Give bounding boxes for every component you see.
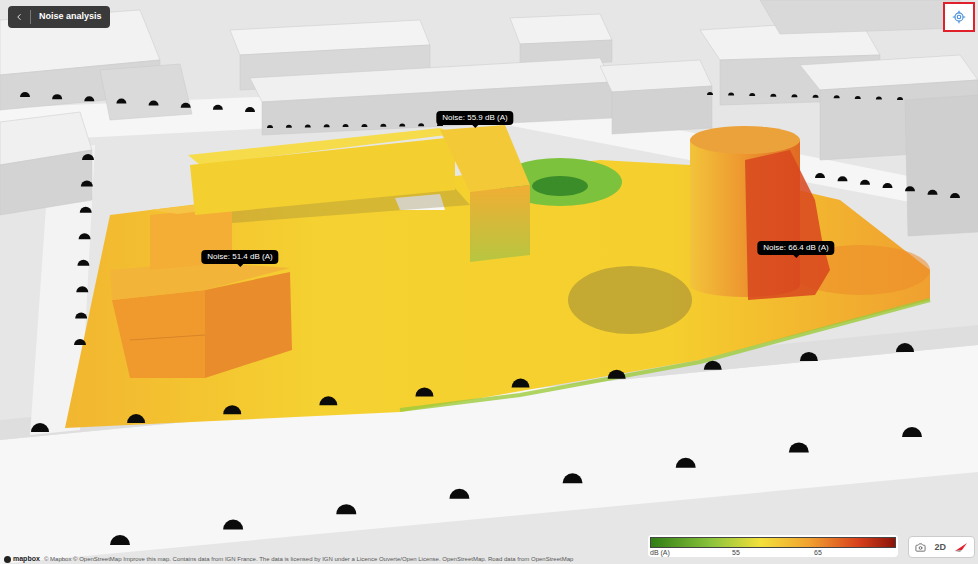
- tree: [791, 94, 797, 97]
- tree: [838, 176, 848, 181]
- tree: [449, 489, 469, 499]
- header-title: Noise analysis: [31, 10, 110, 24]
- tree: [245, 107, 255, 112]
- tree: [77, 260, 89, 266]
- tree: [223, 520, 243, 530]
- tree: [305, 125, 311, 128]
- compass-icon: [954, 541, 968, 553]
- tree: [815, 173, 825, 178]
- tree: [286, 125, 292, 128]
- tree: [800, 352, 818, 361]
- tree: [896, 343, 914, 352]
- tree: [855, 96, 861, 99]
- tree: [883, 183, 893, 188]
- building: [0, 150, 92, 215]
- tree: [76, 286, 88, 292]
- view-controls: 2D: [908, 536, 975, 558]
- tree: [82, 154, 94, 160]
- locate-icon: [952, 10, 966, 24]
- tree: [84, 96, 94, 101]
- building: [100, 64, 192, 120]
- header-bar: Noise analysis: [8, 6, 110, 28]
- tree: [213, 105, 223, 110]
- tree: [361, 124, 367, 127]
- noise-label: Noise: 55.9 dB (A): [436, 111, 513, 128]
- tree: [704, 361, 722, 370]
- tree: [267, 125, 273, 128]
- tree: [149, 101, 159, 106]
- tree: [336, 504, 356, 514]
- tree: [116, 98, 126, 103]
- legend-tick: 55: [732, 548, 814, 557]
- divider: [30, 10, 31, 24]
- building-left: [110, 204, 292, 378]
- tree: [31, 423, 49, 432]
- building: [510, 14, 612, 44]
- legend-unit: dB (A): [650, 548, 732, 557]
- tree: [324, 124, 330, 127]
- tree: [399, 123, 405, 126]
- tree: [728, 93, 734, 96]
- tree: [319, 396, 337, 405]
- back-button[interactable]: [8, 6, 30, 28]
- tree: [707, 92, 713, 95]
- tree: [20, 92, 30, 97]
- view-mode-button[interactable]: 2D: [934, 542, 946, 553]
- tree: [418, 123, 424, 126]
- tree: [813, 95, 819, 98]
- tree: [80, 207, 92, 213]
- tree: [75, 313, 87, 319]
- tree: [52, 94, 62, 99]
- tree: [223, 405, 241, 414]
- noise-label: Noise: 66.4 dB (A): [757, 241, 834, 258]
- building-tower: [690, 126, 830, 300]
- attribution: © Mapbox © OpenStreetMap Improve this ma…: [44, 555, 573, 563]
- locate-button[interactable]: [943, 2, 975, 32]
- tree: [110, 535, 130, 545]
- tree: [834, 95, 840, 98]
- building-middle: [188, 125, 530, 262]
- camera-icon: [915, 542, 926, 553]
- building: [262, 82, 612, 135]
- tree: [415, 387, 433, 396]
- tree: [770, 94, 776, 97]
- tree: [676, 458, 696, 468]
- tree: [608, 370, 626, 379]
- legend-bar: [650, 537, 896, 548]
- tree: [950, 193, 960, 198]
- building: [612, 86, 712, 134]
- logo: mapbox: [4, 555, 40, 563]
- tree: [380, 124, 386, 127]
- tree: [860, 180, 870, 185]
- tree: [897, 97, 903, 100]
- building: [760, 0, 960, 34]
- noise-legend: dB (A)5565: [648, 535, 898, 557]
- legend-tick: 65: [814, 548, 896, 557]
- tree: [902, 427, 922, 437]
- tree: [81, 180, 93, 186]
- building: [905, 95, 978, 236]
- noise-map-app: Noise analysis Noise: 55.9 dB (A) Noise: 5…: [0, 0, 978, 564]
- tree: [749, 93, 755, 96]
- logo-icon: [4, 556, 11, 563]
- tree: [74, 339, 86, 345]
- tree: [905, 186, 915, 191]
- tree: [512, 379, 530, 388]
- compass-button[interactable]: [954, 541, 968, 553]
- tree: [343, 124, 349, 127]
- tree: [181, 103, 191, 108]
- tree: [928, 190, 938, 195]
- tree: [563, 473, 583, 483]
- tree: [127, 414, 145, 423]
- chevron-left-icon: [14, 12, 24, 22]
- tree: [789, 442, 809, 452]
- map-scene[interactable]: [0, 0, 978, 564]
- noise-label: Noise: 51.4 dB (A): [201, 250, 278, 267]
- tree: [876, 96, 882, 99]
- tree: [79, 233, 91, 239]
- screenshot-button[interactable]: [915, 542, 926, 553]
